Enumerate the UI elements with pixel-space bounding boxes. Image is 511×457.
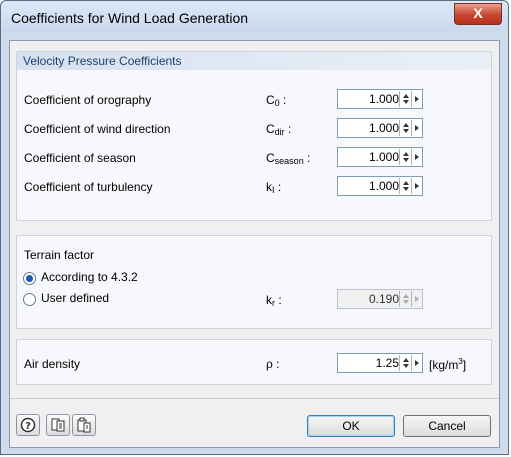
option-according-to[interactable]: According to 4.3.2 bbox=[41, 270, 138, 284]
terrain-factor-input[interactable]: 0.190 bbox=[337, 289, 423, 309]
arrow-right-icon[interactable] bbox=[411, 91, 422, 107]
cancel-button[interactable]: Cancel bbox=[403, 415, 491, 437]
paste-icon bbox=[77, 417, 91, 433]
symbol-c0: C0 : bbox=[266, 93, 287, 108]
turbulency-input[interactable]: 1.000 bbox=[337, 176, 423, 196]
dialog-window: Coefficients for Wind Load Generation X … bbox=[0, 0, 509, 455]
title-bar: Coefficients for Wind Load Generation X bbox=[1, 1, 508, 33]
footer-separator bbox=[10, 398, 499, 399]
help-button[interactable]: ? bbox=[16, 414, 40, 436]
option-user-defined[interactable]: User defined bbox=[41, 291, 109, 305]
label-orography: Coefficient of orography bbox=[24, 93, 152, 107]
spin-arrows-icon[interactable] bbox=[399, 120, 411, 136]
symbol-cdir: Cdir : bbox=[266, 122, 292, 137]
dialog-client: Velocity Pressure Coefficients Coefficie… bbox=[9, 40, 500, 448]
symbol-kr: kr : bbox=[266, 293, 282, 308]
close-button[interactable]: X bbox=[454, 3, 502, 25]
arrow-right-icon[interactable] bbox=[411, 120, 422, 136]
window-title: Coefficients for Wind Load Generation bbox=[11, 10, 249, 26]
terrain-factor-group: Terrain factor According to 4.3.2 User d… bbox=[16, 235, 492, 329]
copy-button[interactable] bbox=[46, 414, 70, 436]
arrow-right-icon[interactable] bbox=[411, 178, 422, 194]
velocity-pressure-group: Velocity Pressure Coefficients Coefficie… bbox=[16, 51, 492, 221]
svg-text:?: ? bbox=[25, 421, 31, 432]
radio-user-defined[interactable] bbox=[23, 293, 36, 306]
spin-arrows-icon[interactable] bbox=[399, 178, 411, 194]
spin-arrows-icon[interactable] bbox=[399, 149, 411, 165]
copy-icon bbox=[51, 418, 65, 432]
spin-arrows-icon[interactable] bbox=[399, 91, 411, 107]
symbol-ki: kI : bbox=[266, 180, 282, 195]
spin-arrows-icon[interactable] bbox=[399, 355, 411, 371]
air-density-group: Air density ρ : 1.25 [kg/m3] bbox=[16, 339, 492, 385]
arrow-right-icon[interactable] bbox=[411, 149, 422, 165]
paste-button[interactable] bbox=[72, 414, 96, 436]
symbol-rho: ρ : bbox=[266, 357, 280, 371]
air-density-label: Air density bbox=[24, 357, 81, 371]
wind-direction-input[interactable]: 1.000 bbox=[337, 118, 423, 138]
group-header-velocity: Velocity Pressure Coefficients bbox=[17, 52, 491, 70]
season-input[interactable]: 1.000 bbox=[337, 147, 423, 167]
label-wind-direction: Coefficient of wind direction bbox=[24, 122, 171, 136]
radio-according-to[interactable] bbox=[23, 272, 36, 285]
terrain-factor-label: Terrain factor bbox=[24, 248, 95, 262]
air-density-input[interactable]: 1.25 bbox=[337, 353, 423, 373]
help-icon: ? bbox=[20, 417, 36, 433]
label-season: Coefficient of season bbox=[24, 151, 136, 165]
spin-arrows-icon[interactable] bbox=[399, 291, 411, 307]
label-turbulency: Coefficient of turbulency bbox=[24, 180, 153, 194]
air-density-unit: [kg/m3] bbox=[429, 357, 467, 372]
ok-button[interactable]: OK bbox=[307, 415, 395, 437]
orography-input[interactable]: 1.000 bbox=[337, 89, 423, 109]
arrow-right-icon[interactable] bbox=[411, 355, 422, 371]
symbol-cseason: Cseason : bbox=[266, 151, 311, 166]
arrow-right-icon[interactable] bbox=[411, 291, 422, 307]
